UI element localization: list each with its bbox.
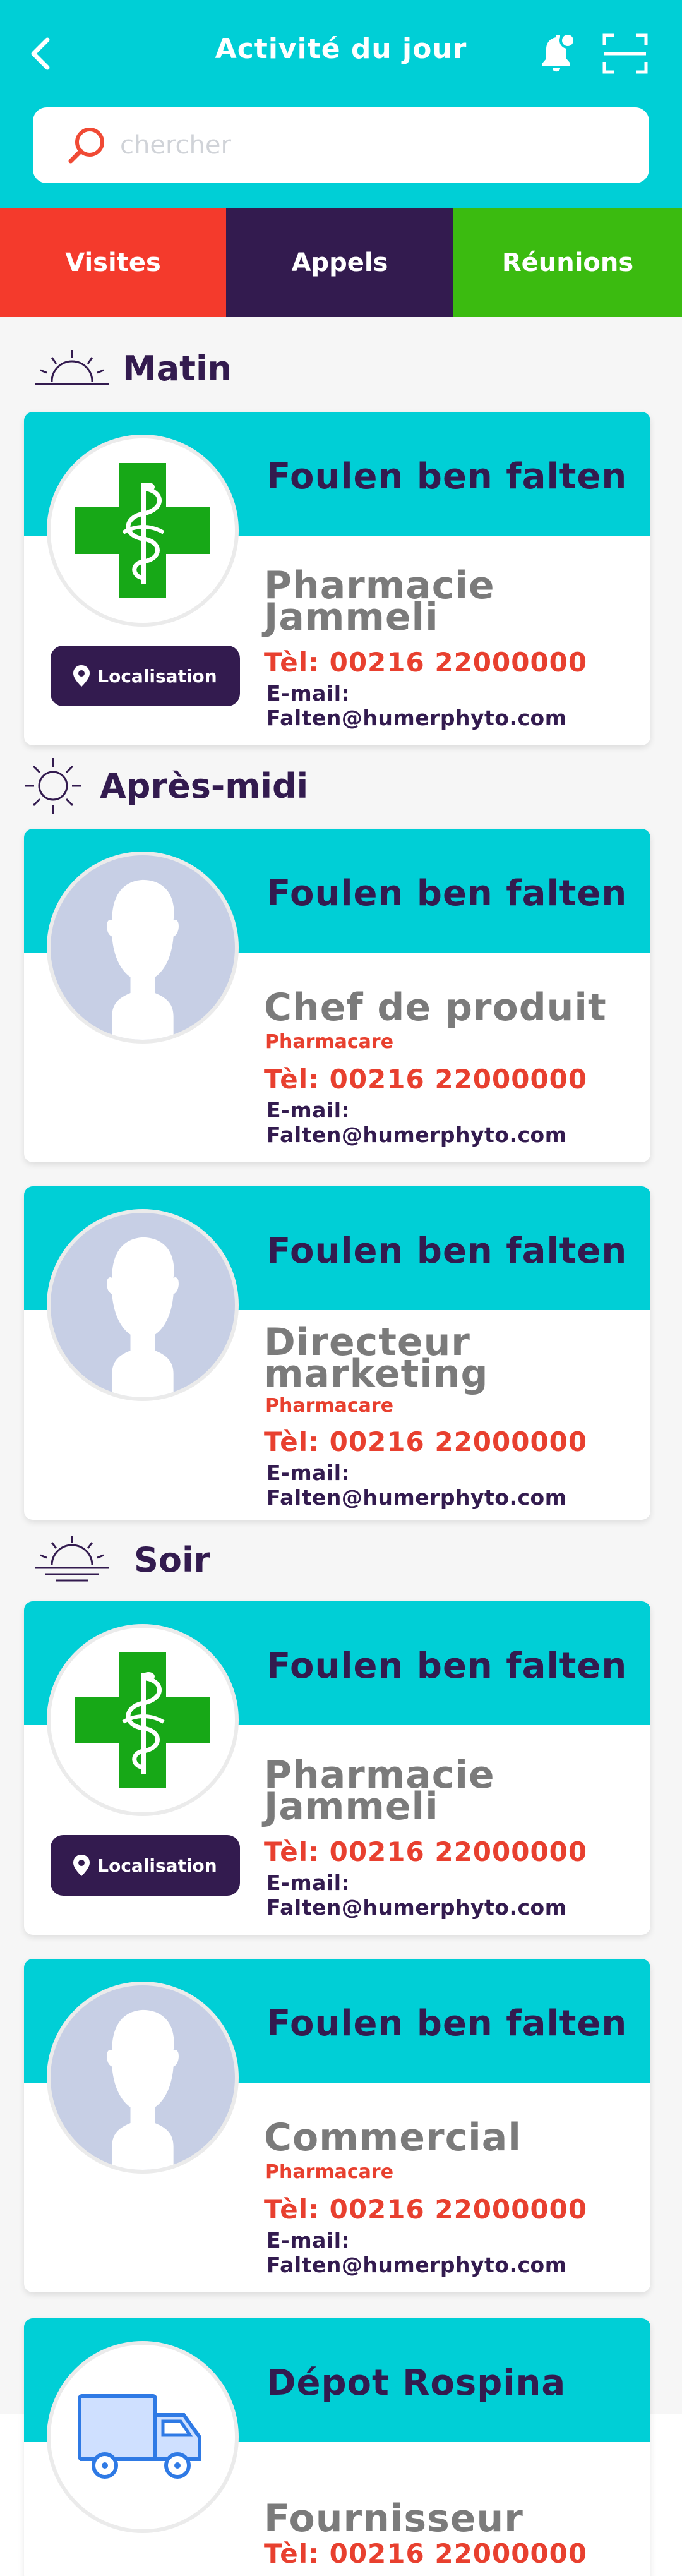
section-apres-midi: Après-midi <box>23 755 308 816</box>
localisation-button[interactable]: Localisation <box>51 646 240 706</box>
sunset-icon <box>35 1536 109 1582</box>
person-silhouette-icon <box>107 2009 179 2170</box>
contact-company: Pharmacare <box>265 1031 394 1053</box>
contact-role: Directeur marketing <box>264 1320 489 1396</box>
contact-card[interactable]: Foulen ben falten Directeur marketing Ph… <box>24 1186 650 1520</box>
localisation-label: Localisation <box>97 665 217 687</box>
localisation-label: Localisation <box>97 1855 217 1876</box>
bell-notification-icon <box>542 32 576 72</box>
avatar <box>47 2341 239 2533</box>
contact-card[interactable]: Dépot Rospina Fournisseur Tèl: 00216 220… <box>24 2318 650 2576</box>
contact-role: Pharmacie Jammeli <box>264 1753 495 1829</box>
location-pin-icon <box>73 665 90 687</box>
contact-card[interactable]: Foulen ben falten Pharmacie Jammeli Tèl:… <box>24 412 650 745</box>
pharmacy-cross-icon <box>75 1652 210 1788</box>
contact-email[interactable]: E-mail: Falten@humerphyto.com <box>266 1870 650 1920</box>
tab-visites[interactable]: Visites <box>0 208 226 317</box>
contact-email[interactable]: E-mail: Falten@humerphyto.com <box>266 2228 650 2277</box>
tab-reunions[interactable]: Réunions <box>453 208 682 317</box>
contact-phone[interactable]: Tèl: 00216 22000000 <box>264 1064 587 1095</box>
search-bar <box>33 107 649 183</box>
person-silhouette-icon <box>107 1237 179 1397</box>
contact-name: Foulen ben falten <box>266 456 628 497</box>
contact-email[interactable]: E-mail: Falten@humerphyto.com <box>266 1460 650 1510</box>
contact-name: Foulen ben falten <box>266 2003 628 2044</box>
avatar <box>47 1982 239 2174</box>
notifications-button[interactable] <box>532 25 582 82</box>
avatar <box>47 852 239 1044</box>
sun-icon <box>25 758 81 814</box>
contact-name: Foulen ben falten <box>266 1231 628 1272</box>
location-pin-icon <box>73 1855 90 1876</box>
section-label: Soir <box>134 1539 211 1580</box>
contact-email[interactable]: E-mail: Falten@humerphyto.com <box>266 1098 650 1147</box>
contact-card[interactable]: Foulen ben falten Commercial Pharmacare … <box>24 1959 650 2292</box>
pharmacy-cross-icon <box>75 463 210 598</box>
activity-tabs: Visites Appels Réunions <box>0 208 682 317</box>
contact-card[interactable]: Foulen ben falten Chef de produit Pharma… <box>24 829 650 1162</box>
contact-card[interactable]: Foulen ben falten Pharmacie Jammeli Tèl:… <box>24 1601 650 1935</box>
section-label: Matin <box>123 348 232 388</box>
contact-company: Pharmacare <box>265 1395 394 1417</box>
contact-phone[interactable]: Tèl: 00216 22000000 <box>264 647 587 678</box>
contact-name: Dépot Rospina <box>266 2362 566 2404</box>
section-soir: Soir <box>33 1535 210 1584</box>
delivery-truck-icon <box>78 2394 201 2479</box>
contact-name: Foulen ben falten <box>266 873 628 914</box>
contact-role: Fournisseur <box>264 2496 523 2541</box>
contact-email[interactable]: E-mail: Falten@humerphyto.com <box>266 681 650 730</box>
contact-company: Pharmacare <box>265 2161 394 2183</box>
avatar <box>47 1624 239 1816</box>
scan-button[interactable] <box>597 25 654 82</box>
contact-role: Pharmacie Jammeli <box>264 563 495 639</box>
sunrise-icon <box>35 350 109 385</box>
section-matin: Matin <box>33 347 232 389</box>
contact-role: Commercial <box>264 2116 522 2160</box>
search-icon <box>68 128 104 164</box>
scan-icon <box>602 33 648 74</box>
section-label: Après-midi <box>100 766 309 806</box>
tab-appels[interactable]: Appels <box>226 208 453 317</box>
contact-phone[interactable]: Tèl: 00216 22000000 <box>264 1426 587 1457</box>
app-header: Activité du jour <box>0 0 682 208</box>
contact-role: Chef de produit <box>264 985 607 1030</box>
contact-phone[interactable]: Tèl: 00216 22000000 <box>264 1836 587 1867</box>
contact-phone[interactable]: Tèl: 00216 22000000 <box>264 2194 587 2225</box>
search-input[interactable] <box>120 131 625 160</box>
contact-phone[interactable]: Tèl: 00216 22000000 <box>264 2538 587 2569</box>
avatar <box>47 435 239 627</box>
avatar <box>47 1209 239 1401</box>
person-silhouette-icon <box>107 879 179 1040</box>
contact-name: Foulen ben falten <box>266 1646 628 1687</box>
localisation-button[interactable]: Localisation <box>51 1835 240 1896</box>
